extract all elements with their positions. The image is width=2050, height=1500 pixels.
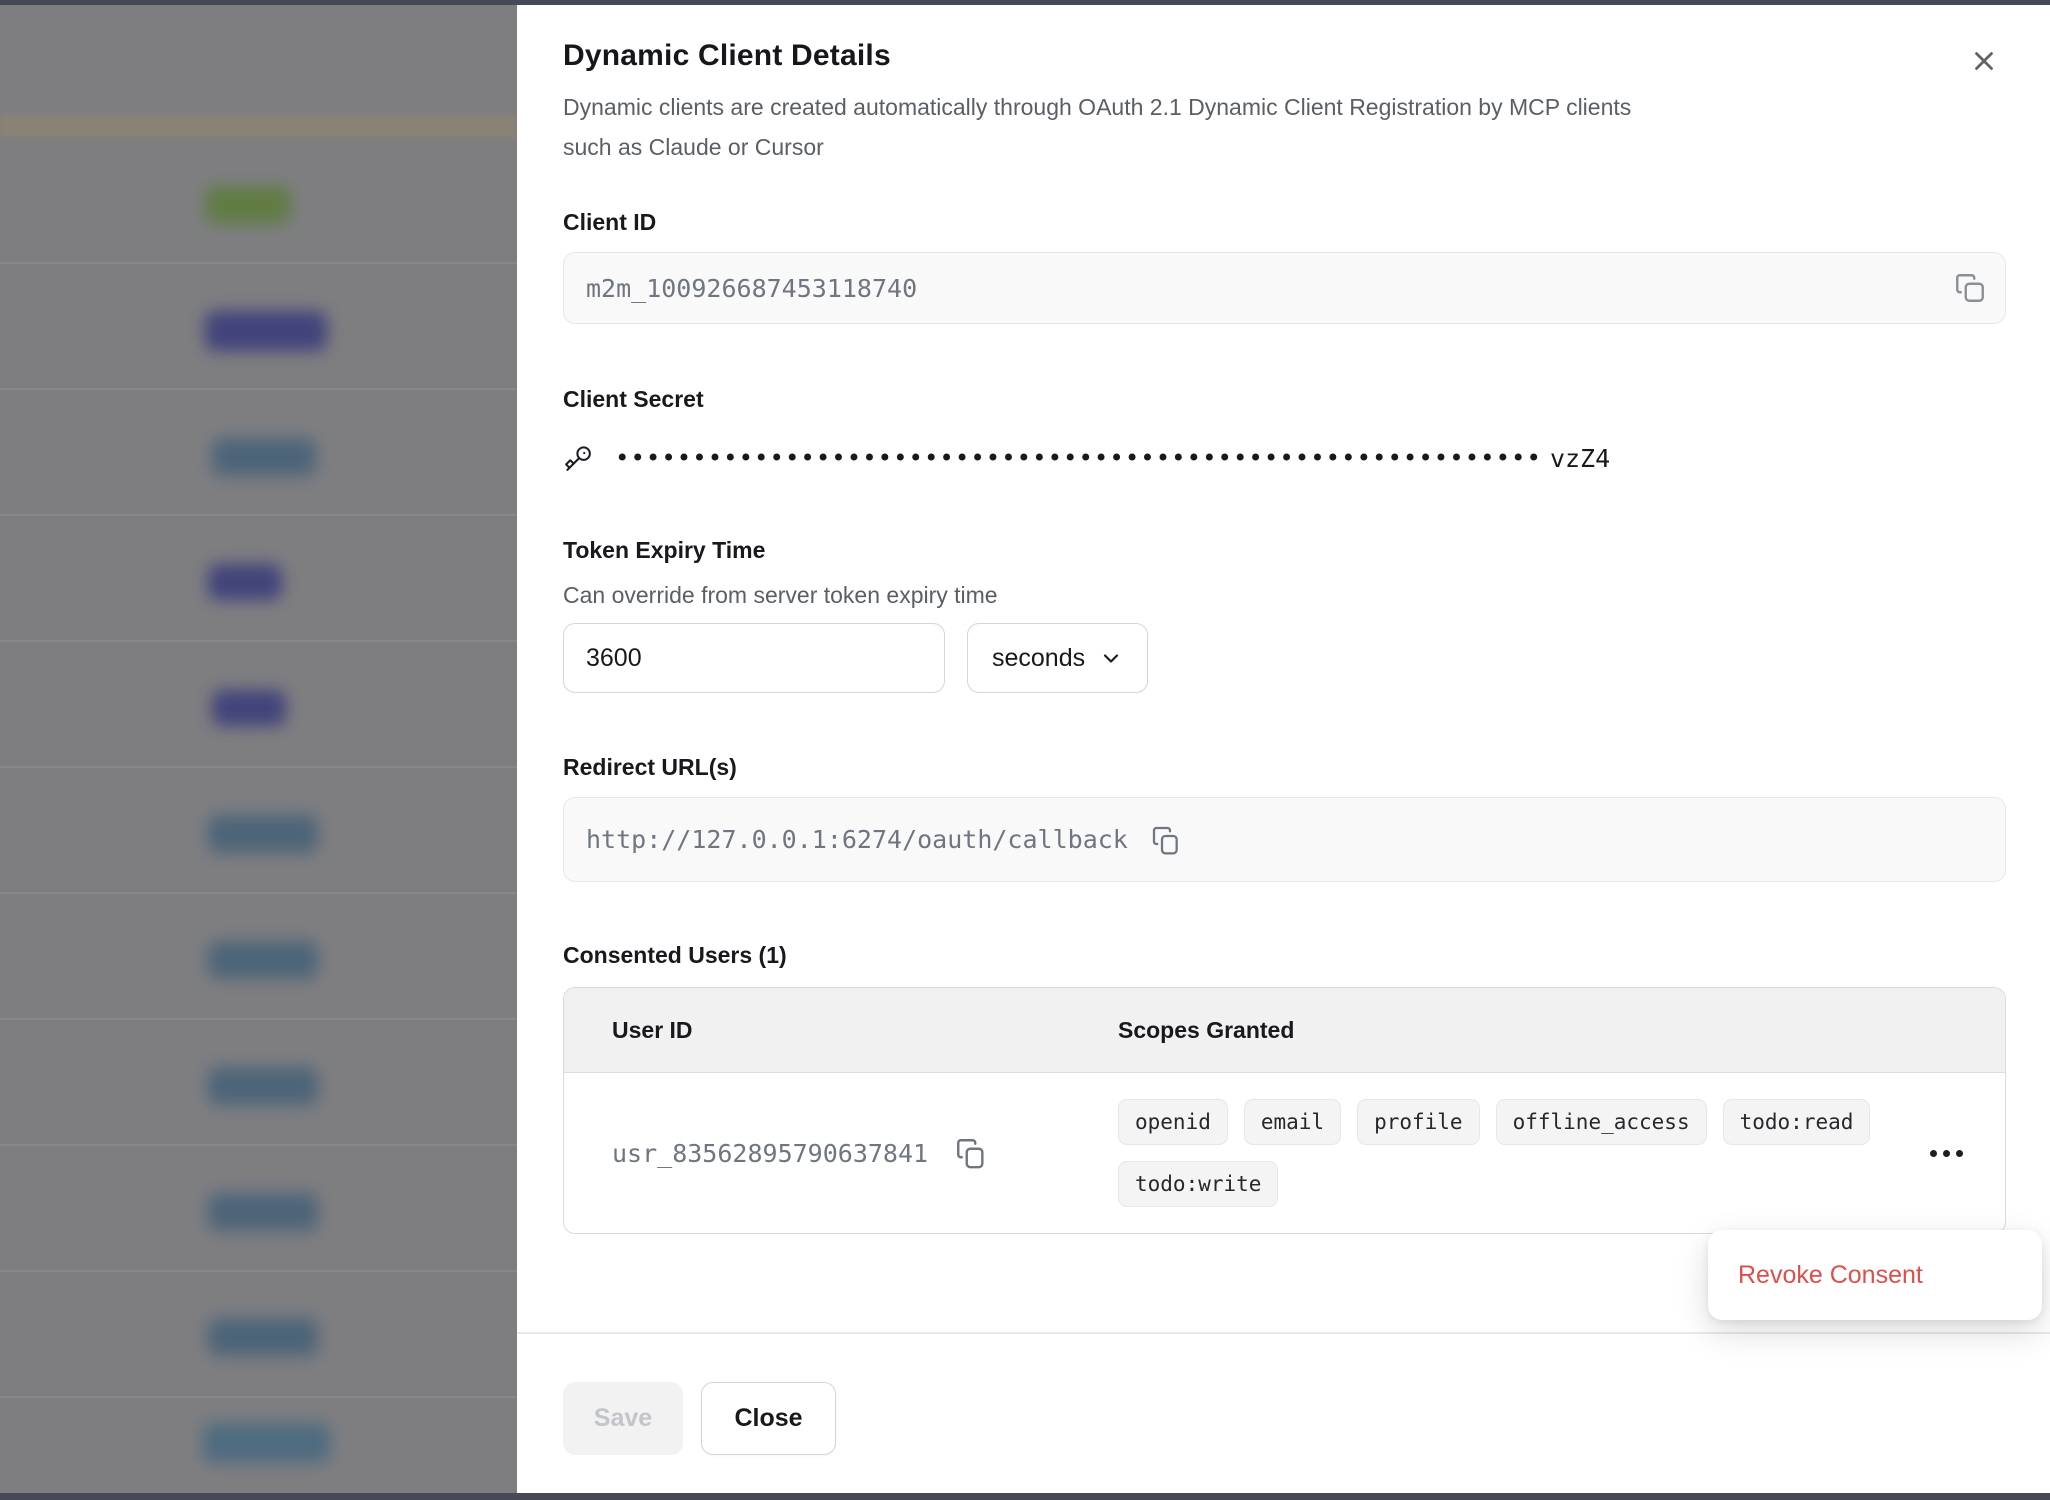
copy-user-id-icon[interactable] — [950, 1132, 992, 1174]
blurred-row-divider — [0, 892, 517, 894]
close-button[interactable]: Close — [701, 1382, 836, 1455]
revoke-consent-menu: Revoke Consent — [1708, 1230, 2042, 1320]
screen: Dynamic Client Details Dynamic clients a… — [0, 0, 2050, 1500]
column-header-user-id: User ID — [564, 1017, 1118, 1044]
blurred-row-divider — [0, 262, 517, 264]
save-button[interactable]: Save — [563, 1382, 683, 1455]
modal-description: Dynamic clients are created automaticall… — [563, 87, 2006, 167]
table-header: User ID Scopes Granted — [564, 988, 2005, 1073]
blurred-row-pill — [203, 1423, 330, 1463]
dimmed-background — [0, 5, 517, 1493]
scope-badge: todo:write — [1118, 1161, 1278, 1207]
scope-badge: offline_access — [1496, 1099, 1707, 1145]
modal-description-line1: Dynamic clients are created automaticall… — [563, 94, 1631, 120]
client-id-label: Client ID — [563, 209, 2006, 236]
blurred-row-pill — [208, 941, 318, 979]
blurred-row-divider — [0, 640, 517, 642]
client-secret-row: ••••••••••••••••••••••••••••••••••••••••… — [563, 443, 2006, 473]
blurred-row-divider — [0, 766, 517, 768]
blurred-row-pill — [205, 186, 291, 224]
modal-description-line2: such as Claude or Cursor — [563, 134, 824, 160]
blurred-row-divider — [0, 514, 517, 516]
token-expiry-input[interactable] — [563, 623, 945, 693]
copy-redirect-url-icon[interactable] — [1146, 820, 1186, 860]
key-icon — [563, 443, 593, 473]
token-expiry-unit-value: seconds — [992, 644, 1085, 673]
blurred-row-pill — [208, 564, 282, 600]
consented-users-label: Consented Users (1) — [563, 942, 2006, 969]
token-expiry-help: Can override from server token expiry ti… — [563, 582, 2006, 609]
scope-badge: profile — [1357, 1099, 1480, 1145]
user-id-value: usr_83562895790637841 — [612, 1139, 928, 1168]
blurred-row-pill — [212, 438, 316, 476]
consented-users-table: User ID Scopes Granted usr_8356289579063… — [563, 987, 2006, 1234]
row-actions-button[interactable] — [1920, 1140, 1973, 1167]
token-expiry-label: Token Expiry Time — [563, 537, 2006, 564]
blurred-row-divider — [0, 388, 517, 390]
blurred-row-pill — [212, 690, 286, 726]
blurred-row-pill — [208, 815, 318, 853]
client-secret-masked: ••••••••••••••••••••••••••••••••••••••••… — [615, 444, 1542, 472]
copy-client-id-icon[interactable] — [1949, 267, 1991, 309]
blurred-row-divider — [0, 1396, 517, 1398]
scope-badge: openid — [1118, 1099, 1228, 1145]
client-secret-label: Client Secret — [563, 386, 2006, 413]
scope-badge: email — [1244, 1099, 1341, 1145]
revoke-consent-item[interactable]: Revoke Consent — [1708, 1261, 2042, 1290]
blurred-row-divider — [0, 1144, 517, 1146]
close-icon[interactable] — [1966, 43, 2002, 79]
redirect-url-field: http://127.0.0.1:6274/oauth/callback — [563, 797, 2006, 882]
scope-badge: todo:read — [1723, 1099, 1871, 1145]
client-secret-suffix: vzZ4 — [1550, 444, 1610, 473]
client-id-value: m2m_100926687453118740 — [586, 274, 917, 303]
redirect-urls-label: Redirect URL(s) — [563, 754, 2006, 781]
blurred-row-pill — [208, 1067, 318, 1105]
column-header-scopes: Scopes Granted — [1118, 1017, 2005, 1044]
blurred-row-divider — [0, 1270, 517, 1272]
scopes-list: openid email profile offline_access todo:rea… — [1118, 1079, 1887, 1227]
blurred-row-pill — [208, 1193, 318, 1231]
chevron-down-icon — [1099, 646, 1123, 670]
footer-divider — [517, 1332, 2050, 1334]
token-expiry-unit-select[interactable]: seconds — [967, 623, 1148, 693]
blurred-row-pill — [205, 311, 327, 351]
blurred-row-pill — [208, 1318, 318, 1356]
client-id-field: m2m_100926687453118740 — [563, 252, 2006, 324]
table-row: usr_83562895790637841 openid email profile… — [564, 1073, 2005, 1233]
modal-title: Dynamic Client Details — [563, 39, 2006, 73]
redirect-url-value: http://127.0.0.1:6274/oauth/callback — [586, 825, 1128, 854]
highlighted-row-band — [0, 115, 517, 138]
page-bottom-bar — [0, 1493, 2050, 1500]
blurred-row-divider — [0, 1018, 517, 1020]
